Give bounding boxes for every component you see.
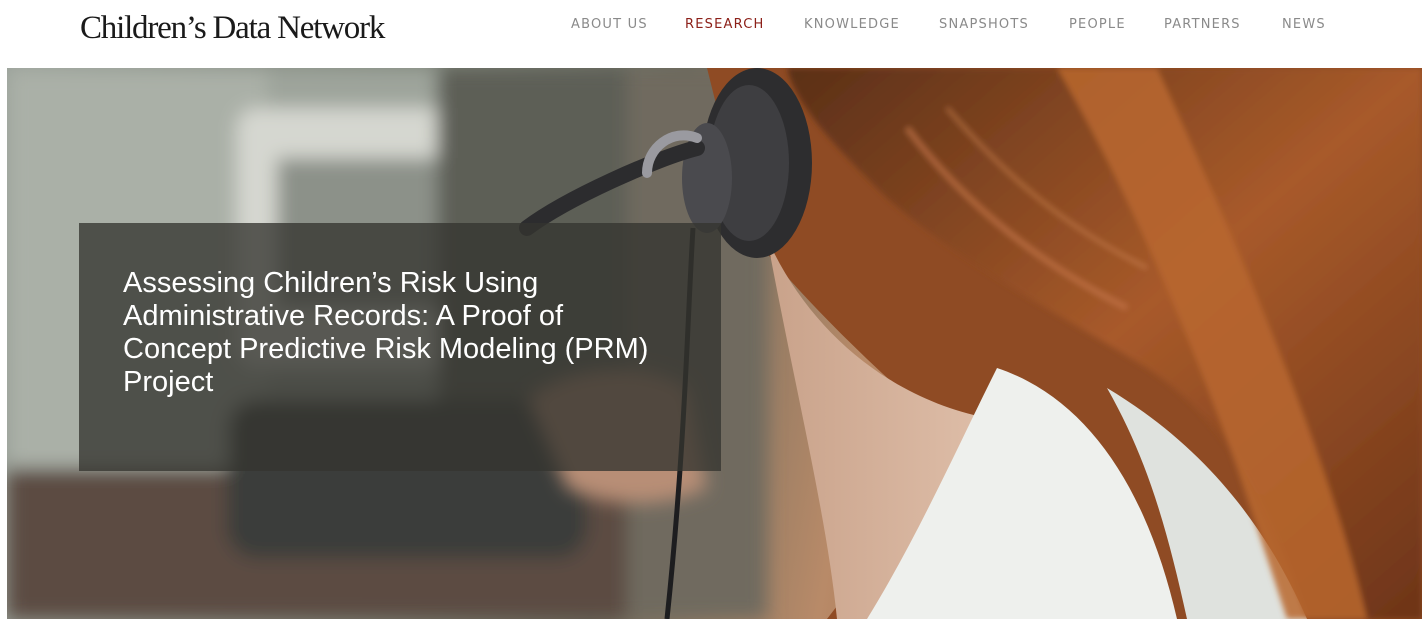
main-nav: ABOUT US RESEARCH KNOWLEDGE SNAPSHOTS PE… xyxy=(571,15,1422,35)
nav-people[interactable]: PEOPLE xyxy=(1069,15,1126,35)
nav-partners[interactable]: PARTNERS xyxy=(1164,15,1241,35)
hero-title: Assessing Children’s Risk Using Administ… xyxy=(123,267,649,398)
hero-caption-box: Assessing Children’s Risk Using Administ… xyxy=(79,223,721,471)
nav-snapshots[interactable]: SNAPSHOTS xyxy=(939,15,1029,35)
site-logo[interactable]: Children’s Data Network xyxy=(80,8,385,48)
nav-about-us[interactable]: ABOUT US xyxy=(571,15,648,35)
hero-banner[interactable]: Assessing Children’s Risk Using Administ… xyxy=(7,68,1422,619)
nav-knowledge[interactable]: KNOWLEDGE xyxy=(804,15,900,35)
site-header: Children’s Data Network ABOUT US RESEARC… xyxy=(0,0,1422,68)
nav-news[interactable]: NEWS xyxy=(1282,15,1326,35)
nav-research[interactable]: RESEARCH xyxy=(685,15,764,35)
